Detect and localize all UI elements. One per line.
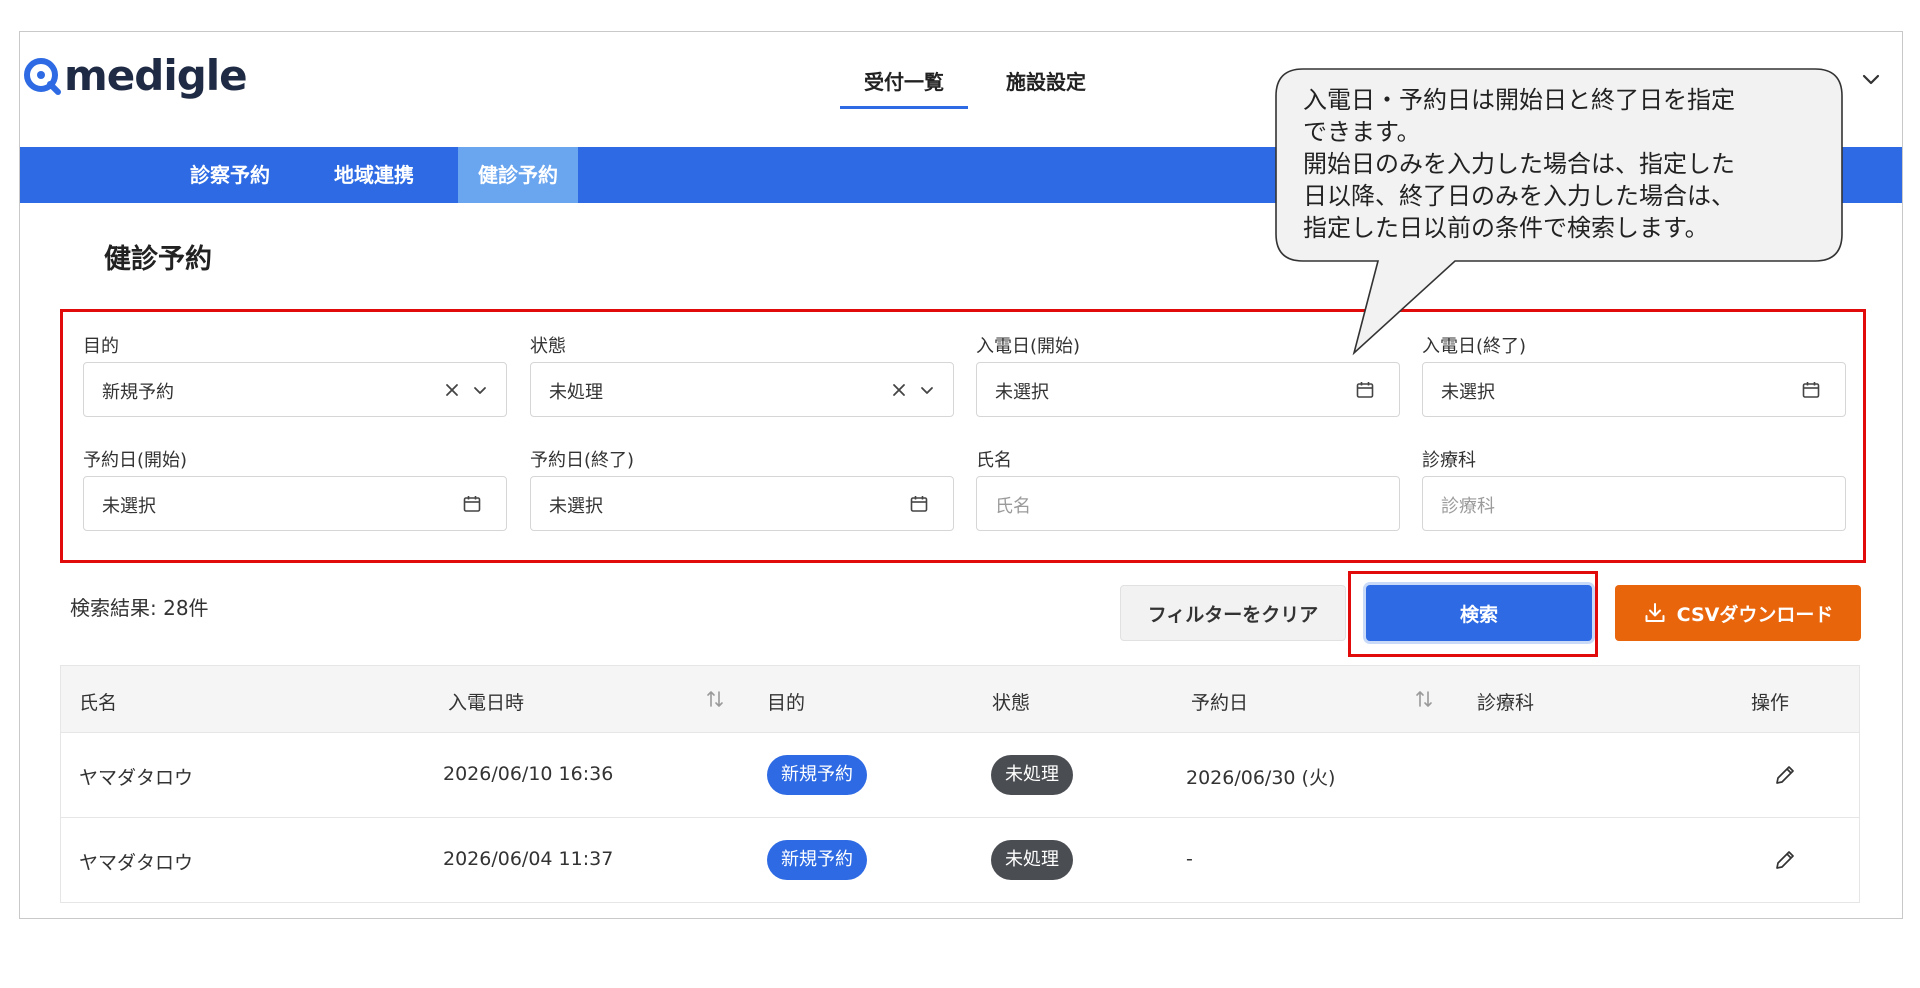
csv-download-button[interactable]: CSVダウンロード [1615,585,1861,641]
department-input[interactable]: 診療科 [1422,476,1846,531]
table-row[interactable]: ヤマダタロウ 2026/06/04 11:37 新規予約 未処理 - [60,818,1860,903]
call-date-start-field[interactable]: 未選択 [976,362,1400,417]
column-header-purpose: 目的 [767,692,806,714]
filter-label-reservation-date-end: 予約日(終了) [530,450,635,471]
callout-line: 指定した日以前の条件で検索します。 [1303,214,1709,242]
clear-filters-label: フィルターをクリア [1147,603,1319,626]
column-header-department: 診療科 [1477,692,1535,714]
download-icon [1645,603,1665,622]
filter-label-reservation-date-start: 予約日(開始) [83,450,188,471]
csv-download-label: CSVダウンロード [1676,603,1834,626]
sort-icon[interactable] [1413,688,1435,710]
department-input-placeholder: 診療科 [1441,496,1495,517]
cell-name: ヤマダタロウ [79,767,194,789]
clear-icon[interactable] [442,380,462,400]
filter-panel: 目的 新規予約 状態 未処理 入電日(開始) 未選択 入電日(終了) 未選択 予… [60,309,1866,563]
column-header-actions: 操作 [1751,692,1790,714]
logo[interactable]: medigle [22,51,248,100]
callout-line: できます。 [1303,118,1421,146]
column-header-name: 氏名 [79,692,118,714]
cell-call-datetime: 2026/06/10 16:36 [443,763,614,785]
reservation-date-start-value: 未選択 [102,496,156,517]
result-count: 検索結果: 28件 [70,596,209,620]
status-select-value: 未処理 [549,382,603,403]
table-header: 氏名 入電日時 目的 状態 予約日 診療科 操作 [60,665,1860,733]
filter-label-call-date-start: 入電日(開始) [976,336,1081,357]
cell-reservation-date: 2026/06/30 (火) [1186,767,1336,789]
calendar-icon[interactable] [462,494,482,514]
call-date-end-field[interactable]: 未選択 [1422,362,1846,417]
filter-label-department: 診療科 [1422,450,1476,471]
callout-line: 開始日のみを入力した場合は、指定した [1303,150,1735,178]
name-input[interactable]: 氏名 [976,476,1400,531]
reservation-date-end-field[interactable]: 未選択 [530,476,954,531]
chevron-down-icon[interactable] [1860,68,1882,90]
purpose-select-value: 新規予約 [102,382,174,403]
purpose-select[interactable]: 新規予約 [83,362,507,417]
top-nav: 受付一覧 施設設定 [840,54,1110,109]
status-select[interactable]: 未処理 [530,362,954,417]
edit-icon[interactable] [1773,763,1797,787]
edit-icon[interactable] [1773,848,1797,872]
top-nav-item-facility-settings[interactable]: 施設設定 [982,54,1110,107]
name-input-placeholder: 氏名 [995,496,1031,517]
reservation-date-start-field[interactable]: 未選択 [83,476,507,531]
cell-name: ヤマダタロウ [79,852,194,874]
chevron-down-icon[interactable] [917,380,937,400]
clear-icon[interactable] [889,380,909,400]
calendar-icon[interactable] [1801,380,1821,400]
callout-line: 日以降、終了日のみを入力した場合は、 [1303,182,1735,210]
call-date-start-value: 未選択 [995,382,1049,403]
cell-call-datetime: 2026/06/04 11:37 [443,848,614,870]
top-nav-item-reception-list[interactable]: 受付一覧 [840,54,968,109]
call-date-end-value: 未選択 [1441,382,1495,403]
column-header-reservation-date[interactable]: 予約日 [1191,688,1248,715]
calendar-icon[interactable] [909,494,929,514]
table-row[interactable]: ヤマダタロウ 2026/06/10 16:36 新規予約 未処理 2026/06… [60,733,1860,818]
subnav-item-consultation[interactable]: 診察予約 [170,147,290,203]
purpose-badge: 新規予約 [767,755,867,795]
status-badge: 未処理 [991,840,1073,880]
filter-label-call-date-end: 入電日(終了) [1422,336,1527,357]
cell-reservation-date: - [1186,848,1193,870]
status-badge: 未処理 [991,755,1073,795]
chevron-down-icon[interactable] [470,380,490,400]
sort-icon[interactable] [704,688,726,710]
purpose-badge: 新規予約 [767,840,867,880]
logo-text: medigle [64,51,248,100]
subnav-item-checkup[interactable]: 健診予約 [458,147,578,203]
filter-label-purpose: 目的 [83,336,119,357]
clear-filters-button[interactable]: フィルターをクリア [1120,585,1346,641]
calendar-icon[interactable] [1355,380,1375,400]
filter-label-name: 氏名 [976,450,1012,471]
medigle-logo-icon [24,58,61,95]
subnav-item-regional[interactable]: 地域連携 [314,147,434,203]
filter-label-status: 状態 [530,336,566,357]
callout-text: 入電日・予約日は開始日と終了日を指定 できます。 開始日のみを入力した場合は、指… [1303,84,1823,244]
column-header-call-datetime[interactable]: 入電日時 [448,688,524,715]
column-header-status: 状態 [992,692,1031,714]
search-button[interactable]: 検索 [1366,585,1592,641]
search-button-label: 検索 [1459,603,1498,626]
callout-line: 入電日・予約日は開始日と終了日を指定 [1303,86,1735,114]
page-title: 健診予約 [104,244,212,275]
reservation-date-end-value: 未選択 [549,496,603,517]
